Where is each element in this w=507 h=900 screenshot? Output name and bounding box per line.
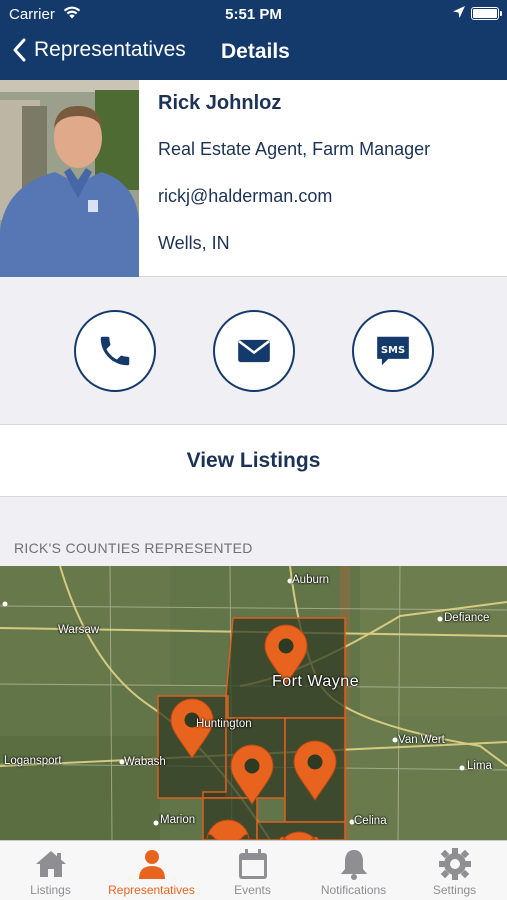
top-bar: Carrier 5:51 PM Representatives Details [0, 0, 507, 80]
house-icon [36, 851, 66, 877]
rep-location: Wells, IN [158, 233, 230, 253]
tab-label: Events [234, 883, 271, 897]
profile-card: Rick Johnloz Real Estate Agent, Farm Man… [0, 80, 507, 277]
phone-icon [100, 336, 130, 366]
map-label-defiance: Defiance [444, 612, 490, 624]
rep-email[interactable]: rickj@halderman.com [158, 186, 332, 207]
tab-label: Representatives [108, 883, 195, 897]
bell-icon [341, 850, 367, 880]
map-label-auburn: Auburn [292, 574, 330, 586]
chevron-left-icon [13, 38, 26, 62]
status-bar: Carrier 5:51 PM [0, 0, 507, 28]
map-label-celina: Celina [354, 815, 387, 827]
status-time: 5:51 PM [225, 6, 282, 23]
tab-listings[interactable]: Listings [0, 841, 101, 900]
tab-label: Listings [30, 883, 71, 897]
location-arrow-icon [453, 6, 465, 18]
view-listings-button[interactable]: View Listings [0, 424, 507, 497]
map-label-logansport: Logansport [4, 755, 62, 767]
email-button[interactable] [213, 310, 295, 392]
map-label-huntington: Huntington [196, 718, 252, 730]
tab-settings[interactable]: Settings [404, 841, 505, 900]
calendar-icon [239, 849, 267, 879]
map-label-wabash: Wabash [124, 756, 166, 768]
page-title: Details [221, 40, 290, 63]
map-label-van-wert: Van Wert [398, 734, 445, 746]
contact-actions: SMS [0, 278, 507, 424]
map-canvas [0, 566, 507, 840]
back-label: Representatives [34, 38, 186, 61]
call-button[interactable] [74, 310, 156, 392]
map-label-fort-wayne: Fort Wayne [272, 673, 360, 690]
battery-icon [471, 7, 499, 20]
counties-map[interactable]: Auburn Warsaw Defiance Fort Wayne Huntin… [0, 566, 507, 840]
tab-bar: Listings Representatives Events Notifica… [0, 840, 507, 900]
map-label-lima: Lima [467, 760, 492, 772]
rep-title: Real Estate Agent, Farm Manager [158, 139, 431, 159]
tab-label: Settings [432, 883, 477, 897]
tab-label: Notifications [320, 883, 387, 897]
tab-events[interactable]: Events [202, 841, 303, 900]
envelope-icon [238, 339, 270, 363]
nav-bar: Representatives Details [0, 30, 507, 76]
rep-name: Rick Johnloz [158, 92, 282, 114]
svg-text:SMS: SMS [381, 345, 405, 356]
back-button[interactable]: Representatives [12, 38, 186, 62]
person-icon [139, 850, 165, 879]
battery-tip [500, 11, 502, 16]
gear-icon [439, 848, 471, 880]
tab-representatives[interactable]: Representatives [101, 841, 202, 900]
tab-notifications[interactable]: Notifications [303, 841, 404, 900]
map-label-warsaw: Warsaw [58, 624, 100, 636]
map-label-marion: Marion [160, 814, 196, 826]
rep-photo [0, 80, 139, 277]
sms-bubble-icon: SMS [377, 336, 409, 366]
sms-button[interactable]: SMS [352, 310, 434, 392]
counties-header: RICK'S COUNTIES REPRESENTED [14, 540, 253, 556]
